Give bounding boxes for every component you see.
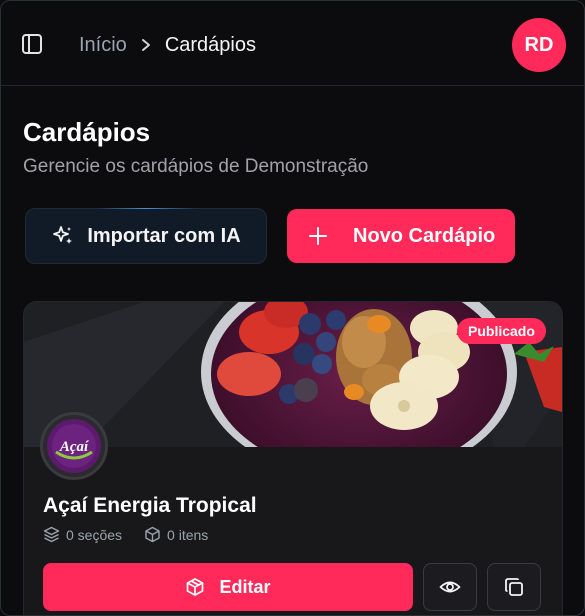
page-title: Cardápios	[23, 117, 151, 147]
items-count: 0 itens	[167, 526, 209, 543]
top-bar: Início Cardápios RD	[1, 1, 584, 86]
eye-icon	[439, 581, 461, 593]
copy-icon	[505, 578, 523, 596]
duplicate-menu-button[interactable]	[487, 563, 541, 611]
new-menu-label: Novo Cardápio	[353, 225, 496, 247]
breadcrumb: Início Cardápios	[79, 32, 256, 58]
package-icon	[187, 578, 204, 596]
chevron-right-icon	[141, 38, 151, 52]
import-with-ai-button[interactable]: Importar com IA	[25, 208, 267, 264]
layers-icon	[43, 526, 60, 543]
status-badge: Publicado	[457, 318, 546, 344]
page-subtitle: Gerencie os cardápios de Demonstração	[23, 156, 369, 177]
sidebar-toggle-button[interactable]	[21, 33, 43, 55]
breadcrumb-current: Cardápios	[164, 33, 256, 56]
menu-name: Açaí Energia Tropical	[43, 494, 257, 517]
import-with-ai-label: Importar com IA	[87, 224, 241, 247]
sections-count: 0 seções	[66, 526, 123, 543]
package-icon	[145, 526, 160, 543]
menu-cover-image: Publicado	[24, 302, 562, 447]
app-window: Início Cardápios RD Cardápios Gerencie o…	[0, 0, 585, 616]
breadcrumb-home-link[interactable]: Início	[79, 34, 127, 57]
restaurant-logo: Açaí	[40, 412, 108, 480]
menu-meta: 0 seções 0 itens	[43, 526, 208, 543]
sidebar-toggle-icon	[22, 34, 42, 54]
new-menu-button[interactable]: Novo Cardápio	[287, 209, 515, 263]
edit-menu-label: Editar	[219, 576, 271, 597]
menu-card: Publicado Açaí Açaí Energia Tropical 0 s…	[23, 301, 563, 615]
sparkles-icon	[53, 226, 73, 244]
edit-menu-button[interactable]: Editar	[43, 563, 413, 611]
logo-text: Açaí	[59, 439, 90, 455]
plus-icon	[309, 227, 327, 245]
preview-menu-button[interactable]	[423, 563, 477, 611]
user-avatar[interactable]: RD	[512, 18, 566, 72]
